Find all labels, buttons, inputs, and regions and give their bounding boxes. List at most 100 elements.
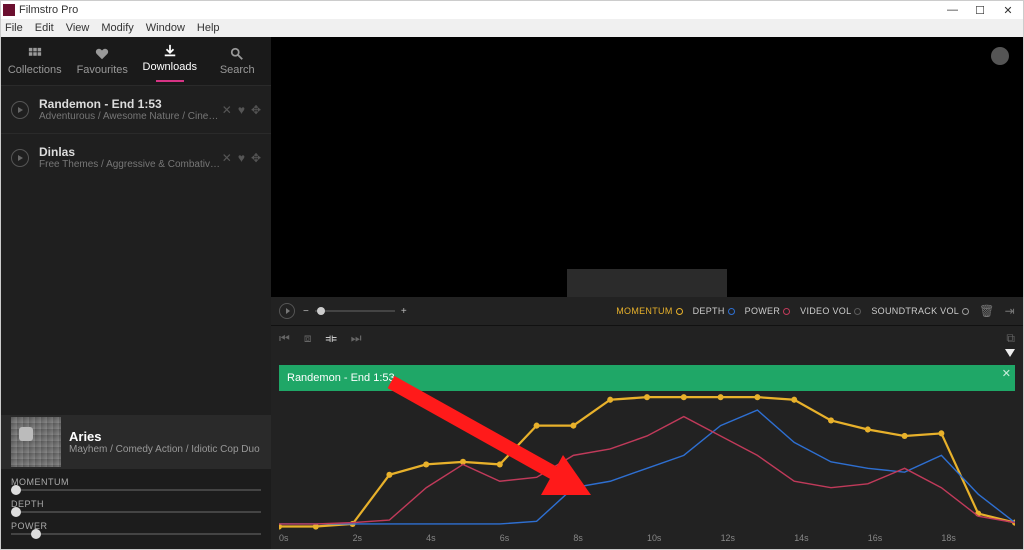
menubar: File Edit View Modify Window Help [1, 19, 1023, 37]
tab-label: Favourites [77, 64, 128, 76]
account-icon[interactable] [991, 47, 1009, 65]
split-icon[interactable]: ⟚ [325, 331, 336, 346]
app-icon [3, 4, 15, 16]
library-tabs: Collections Favourites Downloads Search [1, 37, 271, 85]
automation-chart[interactable]: 0s2s4s6s8s10s12s14s16s18s20s [271, 391, 1023, 549]
play-button[interactable] [279, 303, 295, 319]
export-icon[interactable]: ⇥ [1005, 304, 1015, 318]
cut-icon[interactable]: ⧈ [304, 331, 312, 346]
trash-icon[interactable]: 🗑 [979, 304, 995, 318]
svg-text:2s: 2s [353, 533, 363, 543]
clip-close-icon[interactable]: ✕ [1002, 367, 1011, 380]
track-item[interactable]: Randemon - End 1:53 Adventurous / Awesom… [1, 85, 271, 133]
play-icon[interactable] [11, 149, 29, 167]
video-preview [271, 37, 1023, 297]
legend-item[interactable]: DEPTH [693, 306, 735, 316]
album-art [11, 417, 61, 467]
tab-label: Search [220, 64, 255, 76]
favourite-icon[interactable]: ♥ [238, 103, 245, 117]
edit-toolbar: ⏮ ⧈ ⟚ ⏭ ⧉ [271, 325, 1023, 351]
slider-knob[interactable] [11, 507, 21, 517]
track-tags: Adventurous / Awesome Nature / Cinematic… [39, 111, 222, 122]
tab-collections[interactable]: Collections [1, 37, 69, 85]
svg-text:6s: 6s [500, 533, 510, 543]
remove-icon[interactable]: ✕ [222, 151, 232, 165]
zoom-out-icon[interactable]: − [303, 306, 309, 317]
window-maximize-icon[interactable]: ☐ [975, 4, 985, 17]
tab-favourites[interactable]: Favourites [69, 37, 137, 85]
track-name: Randemon - End 1:53 [39, 97, 222, 111]
tab-search[interactable]: Search [204, 37, 272, 85]
drag-icon[interactable]: ✥ [251, 151, 261, 165]
heart-icon [95, 47, 109, 61]
track-list: Randemon - End 1:53 Adventurous / Awesom… [1, 85, 271, 181]
legend-item[interactable]: POWER [745, 306, 791, 316]
svg-text:10s: 10s [647, 533, 662, 543]
legend-dot-icon [962, 308, 969, 315]
sidebar: Collections Favourites Downloads Search [1, 37, 271, 549]
drag-icon[interactable]: ✥ [251, 103, 261, 117]
app-window: Filmstro Pro — ☐ ✕ File Edit View Modify… [0, 0, 1024, 550]
clip-label: Randemon - End 1:53 [287, 372, 395, 384]
tab-label: Downloads [143, 61, 197, 73]
tab-label: Collections [8, 64, 62, 76]
window-title: Filmstro Pro [19, 4, 78, 16]
svg-text:0s: 0s [279, 533, 289, 543]
app-body: Collections Favourites Downloads Search [1, 37, 1023, 549]
video-thumbnail [567, 269, 727, 297]
slider-depth[interactable]: DEPTH [11, 499, 261, 513]
now-playing[interactable]: Aries Mayhem / Comedy Action / Idiotic C… [1, 415, 271, 469]
profile-sliders: MOMENTUM DEPTH POWER [1, 469, 271, 549]
main-panel: − + MOMENTUM DEPTH POWER VIDEO VOL SOUNDTRAC… [271, 37, 1023, 549]
titlebar: Filmstro Pro — ☐ ✕ [1, 1, 1023, 19]
menu-file[interactable]: File [5, 22, 23, 34]
transport-bar: − + MOMENTUM DEPTH POWER VIDEO VOL SOUNDTRAC… [271, 297, 1023, 325]
zoom-slider[interactable]: − + [303, 306, 407, 317]
audio-clip[interactable]: Randemon - End 1:53 ✕ [279, 365, 1015, 391]
slider-power[interactable]: POWER [11, 521, 261, 535]
download-icon [163, 44, 177, 58]
window-minimize-icon[interactable]: — [947, 4, 957, 17]
legend-dot-icon [783, 308, 790, 315]
legend-dot-icon [854, 308, 861, 315]
clip-lane: Randemon - End 1:53 ✕ [271, 359, 1023, 391]
svg-text:8s: 8s [573, 533, 583, 543]
slider-momentum[interactable]: MOMENTUM [11, 477, 261, 491]
slider-knob[interactable] [31, 529, 41, 539]
timeline-ruler[interactable] [271, 351, 1023, 359]
favourite-icon[interactable]: ♥ [238, 151, 245, 165]
legend-dot-icon [728, 308, 735, 315]
now-playing-title: Aries [69, 429, 260, 444]
legend-item[interactable]: SOUNDTRACK VOL [871, 306, 969, 316]
chart-legend: MOMENTUM DEPTH POWER VIDEO VOL SOUNDTRACK VO… [616, 304, 1015, 318]
track-name: Dinlas [39, 145, 222, 159]
tab-downloads[interactable]: Downloads [136, 37, 204, 85]
legend-item[interactable]: VIDEO VOL [800, 306, 861, 316]
svg-text:14s: 14s [794, 533, 809, 543]
remove-icon[interactable]: ✕ [222, 103, 232, 117]
menu-help[interactable]: Help [197, 22, 220, 34]
svg-text:16s: 16s [868, 533, 883, 543]
window-close-icon[interactable]: ✕ [1003, 4, 1013, 17]
grid-icon [28, 47, 42, 61]
skip-fwd-icon[interactable]: ⏭ [351, 331, 362, 346]
playhead-icon[interactable] [1005, 349, 1015, 357]
menu-view[interactable]: View [66, 22, 90, 34]
legend-item[interactable]: MOMENTUM [616, 306, 682, 316]
legend-dot-icon [676, 308, 683, 315]
now-playing-tags: Mayhem / Comedy Action / Idiotic Cop Duo [69, 444, 260, 455]
track-tags: Free Themes / Aggressive & Combative / S… [39, 159, 222, 170]
zoom-in-icon[interactable]: + [401, 306, 407, 317]
svg-text:12s: 12s [721, 533, 736, 543]
svg-text:4s: 4s [426, 533, 436, 543]
menu-edit[interactable]: Edit [35, 22, 54, 34]
track-item[interactable]: Dinlas Free Themes / Aggressive & Combat… [1, 133, 271, 181]
slider-knob[interactable] [11, 485, 21, 495]
svg-text:18s: 18s [941, 533, 956, 543]
menu-modify[interactable]: Modify [101, 22, 133, 34]
menu-window[interactable]: Window [146, 22, 185, 34]
link-icon[interactable]: ⧉ [1006, 331, 1015, 346]
play-icon[interactable] [11, 101, 29, 119]
search-icon [230, 47, 244, 61]
skip-back-icon[interactable]: ⏮ [279, 331, 290, 346]
